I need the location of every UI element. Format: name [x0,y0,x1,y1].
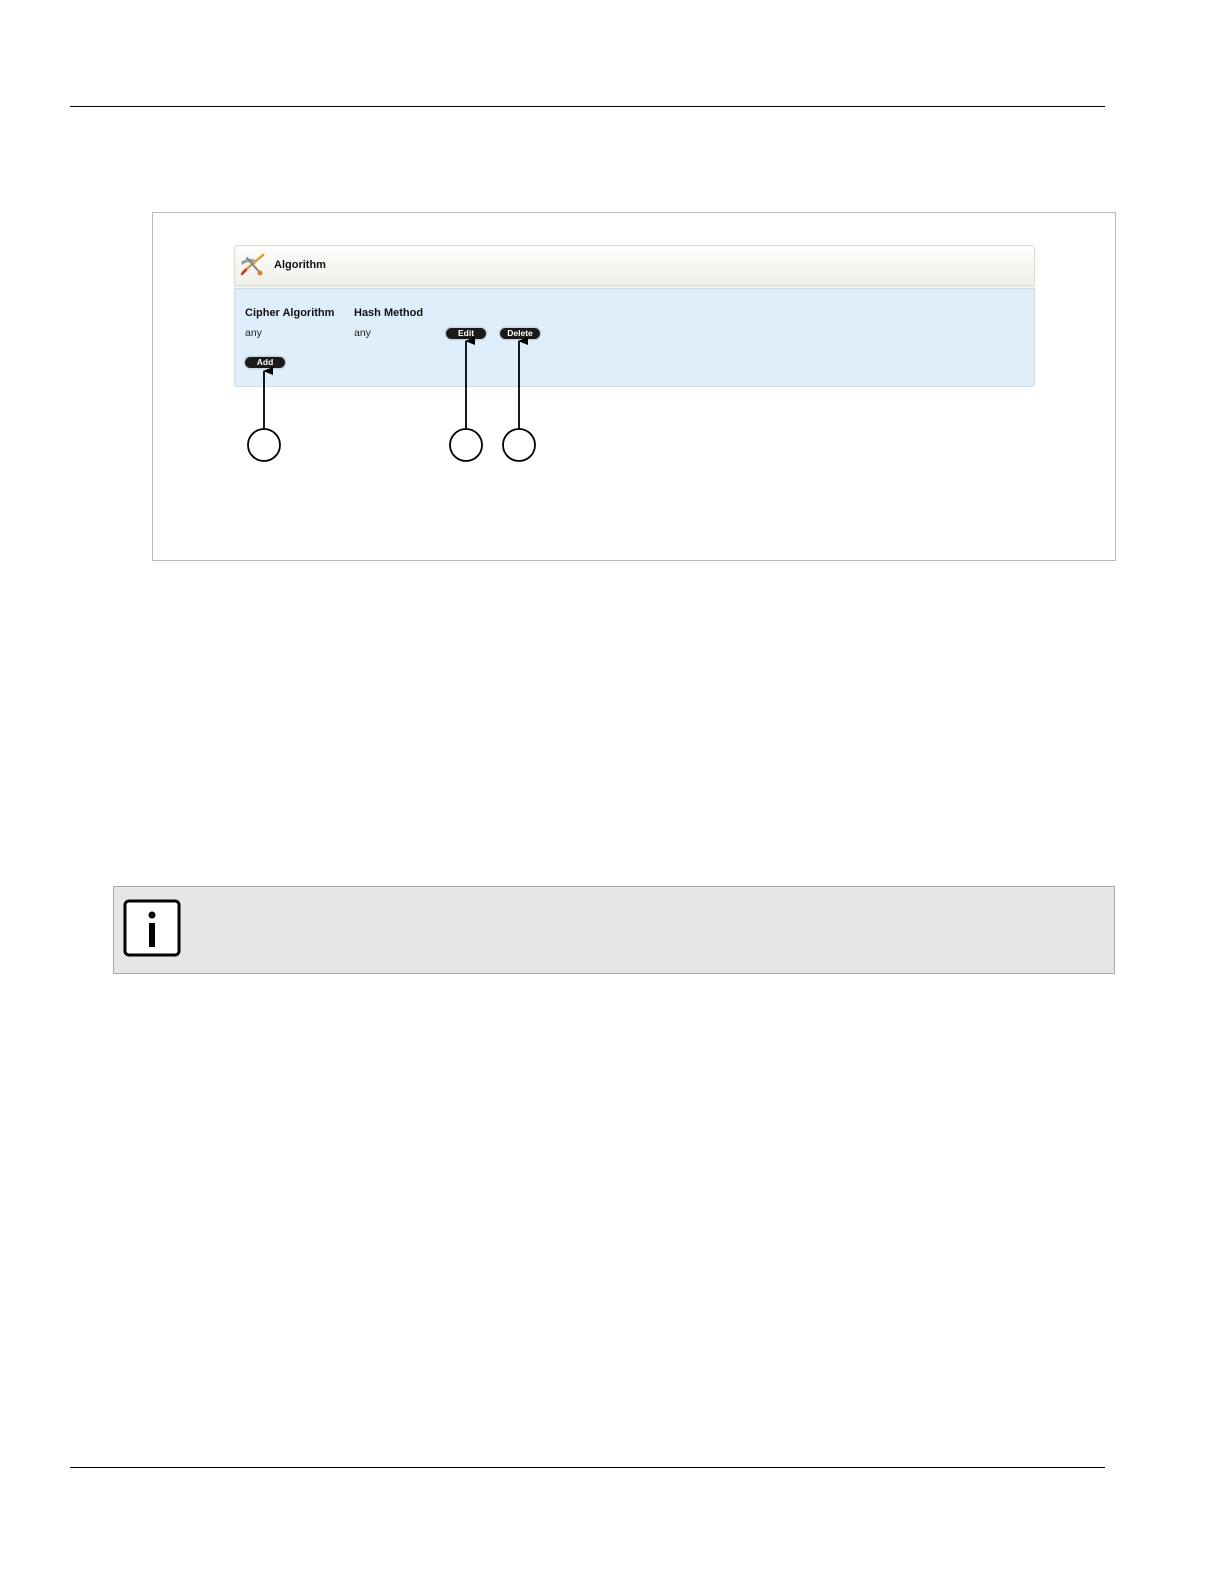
note-box [113,886,1115,974]
callout-delete [502,337,536,462]
info-icon [123,899,181,957]
callout-edit [449,337,483,462]
footer-rule [70,1467,1105,1468]
screenshot-figure: Algorithm Cipher Algorithm Hash Method a… [152,212,1116,561]
header-rule [70,106,1105,107]
callout-add [247,367,281,462]
callout-overlay [247,337,536,462]
